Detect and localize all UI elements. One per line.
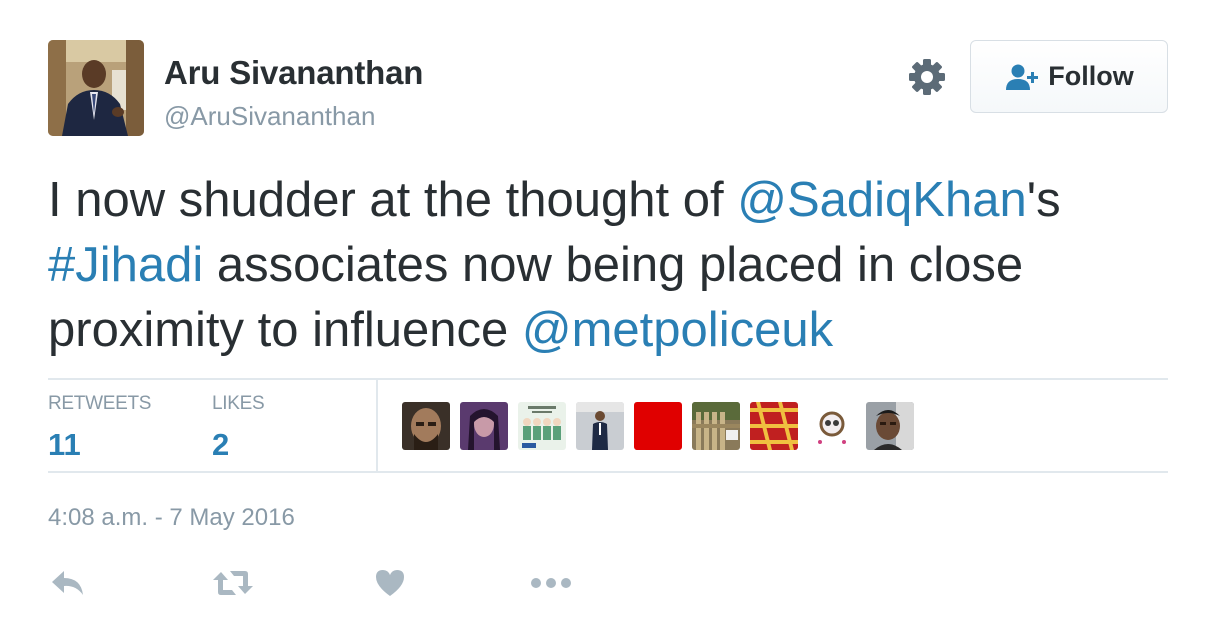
gear-icon[interactable] [906, 56, 948, 98]
reply-icon [52, 571, 83, 595]
hashtag-jihadi-link[interactable]: #Jihadi [48, 238, 203, 292]
author-avatar[interactable] [48, 40, 144, 136]
likes-label: LIKES [212, 393, 265, 414]
more-icon [531, 578, 571, 588]
mention-sadiqkhan-link[interactable]: @SadiqKhan [737, 173, 1027, 227]
retweets-stat[interactable]: RETWEETS 11 [48, 393, 151, 463]
divider [48, 471, 1168, 473]
liker-avatar[interactable] [692, 402, 740, 450]
tweet-timestamp[interactable]: 4:08 a.m. - 7 May 2016 [48, 504, 295, 532]
follow-button[interactable]: Follow [970, 40, 1168, 113]
more-button[interactable] [530, 566, 572, 600]
tweet-text-part: 's [1026, 173, 1061, 227]
add-user-icon [1006, 64, 1039, 90]
like-button[interactable] [374, 566, 406, 600]
retweets-label: RETWEETS [48, 393, 152, 414]
mention-metpoliceuk-link[interactable]: @metpoliceuk [522, 303, 833, 357]
liker-avatar[interactable] [518, 402, 566, 450]
author-name[interactable]: Aru Sivananthan [164, 54, 423, 92]
divider [376, 378, 378, 472]
liker-avatar[interactable] [866, 402, 914, 450]
liker-avatar[interactable] [808, 402, 856, 450]
profile-photo-icon [48, 40, 144, 136]
retweets-count: 11 [48, 427, 81, 462]
retweet-button[interactable] [212, 566, 254, 600]
follow-label: Follow [1048, 61, 1134, 91]
author-handle[interactable]: @AruSivananthan [164, 101, 375, 132]
liker-avatar[interactable] [460, 402, 508, 450]
likes-count: 2 [212, 427, 230, 462]
liker-avatar[interactable] [402, 402, 450, 450]
liker-avatar[interactable] [750, 402, 798, 450]
tweet-text-part: I now shudder at the thought of [48, 173, 738, 227]
liker-avatar[interactable] [576, 402, 624, 450]
liker-avatar[interactable] [634, 402, 682, 450]
tweet-text: I now shudder at the thought of @SadiqKh… [48, 168, 1178, 363]
heart-icon [376, 570, 404, 596]
divider [48, 378, 1168, 380]
retweet-icon [213, 571, 253, 595]
liker-avatars [402, 402, 914, 450]
likes-stat[interactable]: LIKES 2 [212, 393, 265, 463]
reply-button[interactable] [50, 566, 86, 600]
